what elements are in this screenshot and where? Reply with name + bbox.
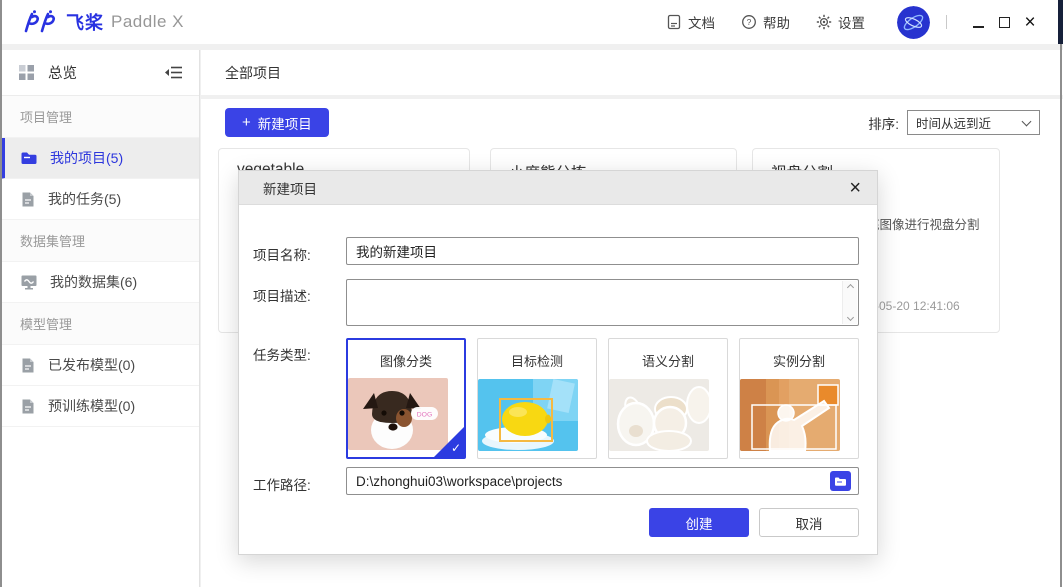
minimize-icon [973,26,984,28]
sidebar-item-label: 我的数据集(6) [50,272,137,292]
close-icon: × [1024,13,1035,32]
plus-icon: + [242,114,251,131]
header-divider-band [0,44,1063,50]
scroll-up-icon[interactable] [846,284,853,291]
gear-icon [816,14,832,30]
task-option-label: 实例分割 [740,351,858,370]
sidebar-header: 总览 [0,50,199,96]
task-option-semantic-segmentation[interactable]: 语义分割 [608,338,728,459]
sidebar-item-label: 预训练模型(0) [48,396,135,416]
browse-path-button[interactable] [830,471,851,491]
task-option-image-classification[interactable]: 图像分类 DOG ✓ [346,338,466,459]
dog-tag-text: DOG [417,411,432,418]
maximize-icon [999,17,1010,28]
user-avatar[interactable] [897,6,930,39]
task-type-options: 图像分类 DOG ✓ 目标检测 [346,338,859,459]
document-icon [666,14,682,30]
sidebar-section-projects: 项目管理 [0,96,199,138]
chevron-down-icon [1022,117,1032,127]
sidebar-item-label: 已发布模型(0) [48,355,135,375]
docs-menu[interactable]: 文档 [666,12,715,32]
check-icon: ✓ [451,441,461,455]
project-description-label: 项目描述: [253,285,311,305]
cancel-button[interactable]: 取消 [759,508,859,537]
project-description-input[interactable] [348,281,841,324]
window-left-edge [0,0,2,587]
project-name-input[interactable] [346,237,859,265]
sidebar-item-my-projects[interactable]: 我的项目(5) [0,138,199,179]
brand-logo: 飞桨 Paddle X [0,9,184,35]
dialog-close-icon[interactable]: × [849,178,861,198]
docs-label: 文档 [688,12,715,32]
minimize-button[interactable] [965,9,991,35]
sidebar: 总览 项目管理 我的项目(5) [0,50,200,587]
top-bar: 飞桨 Paddle X 文档 ? 帮助 [0,0,1063,44]
work-path-input[interactable] [346,467,859,495]
project-description-field [346,279,859,326]
grid-overview-icon [18,64,35,81]
app-window: 飞桨 Paddle X 文档 ? 帮助 [0,0,1063,587]
task-option-object-detection[interactable]: 目标检测 [477,338,597,459]
task-option-instance-segmentation[interactable]: 实例分割 [739,338,859,459]
sidebar-section-datasets: 数据集管理 [0,220,199,262]
folder-icon [20,150,38,166]
help-label: 帮助 [763,12,790,32]
dialog-header: 新建项目 × [239,171,877,205]
sidebar-overview-label[interactable]: 总览 [48,62,164,83]
file-icon [20,398,36,415]
sidebar-item-my-datasets[interactable]: 我的数据集(6) [0,262,199,303]
lemon-detection-image [478,379,578,451]
content-divider-band [201,95,1063,99]
task-type-label: 任务类型: [253,344,311,364]
collapse-sidebar-icon[interactable] [164,65,183,80]
project-name-label: 项目名称: [253,244,311,264]
textarea-scrollbar[interactable] [842,281,857,324]
task-option-label: 目标检测 [478,351,596,370]
task-option-label: 语义分割 [609,351,727,370]
sidebar-section-models: 模型管理 [0,303,199,345]
window-right-edge-top [1058,0,1063,44]
file-icon [20,191,36,208]
task-option-label: 图像分类 [348,351,464,370]
paddle-logo-icon [22,10,60,34]
sidebar-item-pretrained-models[interactable]: 预训练模型(0) [0,386,199,427]
sidebar-item-my-tasks[interactable]: 我的任务(5) [0,179,199,220]
sort-dropdown-value: 时间从远到近 [916,113,991,132]
instance-segmentation-image [740,379,840,451]
file-icon [20,357,36,374]
dialog-title: 新建项目 [263,178,849,198]
window-right-edge [1060,44,1062,587]
svg-text:?: ? [747,17,752,27]
sort-label: 排序: [868,113,899,133]
scroll-down-icon[interactable] [846,314,853,321]
sidebar-item-published-models[interactable]: 已发布模型(0) [0,345,199,386]
help-icon: ? [741,14,757,30]
sort-dropdown[interactable]: 时间从远到近 [907,110,1040,135]
sidebar-item-label: 我的任务(5) [48,189,121,209]
project-card-timestamp: -05-20 12:41:06 [875,299,960,313]
settings-menu[interactable]: 设置 [816,12,865,32]
folder-browse-icon [834,476,847,487]
semantic-segmentation-image [609,379,709,451]
sidebar-item-label: 我的项目(5) [50,148,123,168]
brand-name-en: Paddle X [111,12,184,32]
project-card-description: 底图像进行视盘分割 [867,217,997,234]
new-project-dialog: 新建项目 × 项目名称: 项目描述: 任务类型: 图像分类 [238,170,878,555]
maximize-button[interactable] [991,9,1017,35]
create-button[interactable]: 创建 [649,508,749,537]
brand-name-cn: 飞桨 [66,9,104,35]
breadcrumb-bar: 全部项目 [201,50,1063,95]
breadcrumb-all-projects[interactable]: 全部项目 [225,63,281,83]
close-button[interactable]: × [1017,9,1043,35]
settings-label: 设置 [838,12,865,32]
window-controls-divider [946,15,947,29]
dataset-icon [20,274,38,290]
help-menu[interactable]: ? 帮助 [741,12,790,32]
new-project-button[interactable]: + 新建项目 [225,108,329,137]
work-path-label: 工作路径: [253,474,311,494]
